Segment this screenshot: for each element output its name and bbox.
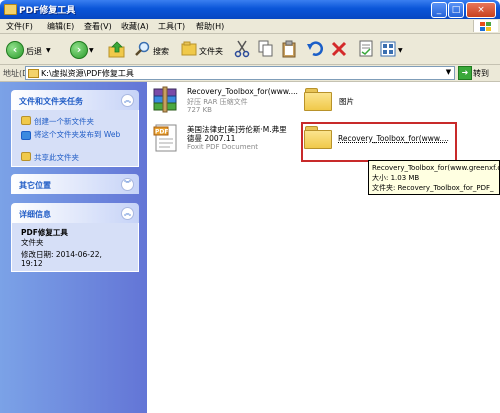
go-button[interactable]: 转到 (473, 68, 489, 79)
up-folder-icon (108, 41, 125, 58)
other-places-panel: 其它位置 ︾ (11, 174, 139, 194)
details-header[interactable]: 详细信息 ︽ (11, 203, 139, 223)
toolbar: ‹ 后退 ▼ › ▼ 搜索 文件夹 ▼ (0, 34, 500, 65)
paste-button[interactable] (281, 38, 299, 60)
undo-button[interactable] (307, 38, 325, 60)
folders-label: 文件夹 (199, 47, 223, 56)
window-title: PDF修复工具 (19, 6, 76, 16)
up-folder-button[interactable] (108, 38, 126, 60)
task-pane: 文件和文件夹任务 ︽ 创建一个新文件夹 将这个文件夹发布到 Web 共享此文件夹… (0, 82, 147, 413)
back-label: 后退 (26, 47, 42, 56)
views-button[interactable]: ▼ (380, 38, 406, 60)
scissors-icon (234, 40, 250, 58)
properties-icon (359, 40, 373, 57)
file-name: Recovery_Toolbox_for(www.... (187, 87, 298, 96)
maximize-button[interactable]: □ (448, 2, 464, 18)
other-places-title: 其它位置 (19, 181, 51, 190)
tooltip-size: 大小: 1.03 MB (372, 174, 420, 182)
publish-web-link[interactable]: 将这个文件夹发布到 Web (21, 130, 133, 140)
rar-archive-icon (153, 86, 177, 113)
menu-help[interactable]: 帮助(H) (196, 21, 224, 32)
file-tasks-body: 创建一个新文件夹 将这个文件夹发布到 Web 共享此文件夹 (11, 110, 139, 167)
search-icon (135, 41, 150, 56)
cut-button[interactable] (234, 38, 252, 60)
forward-button[interactable]: › ▼ (70, 38, 94, 60)
file-tasks-title: 文件和文件夹任务 (19, 97, 83, 106)
copy-icon (258, 40, 273, 57)
details-panel: 详细信息 ︽ PDF修复工具 文件夹 修改日期: 2014-06-22, 19:… (11, 203, 139, 272)
details-modified-time: 19:12 (21, 259, 43, 268)
copy-button[interactable] (258, 38, 276, 60)
chevron-down-icon: ▼ (89, 47, 94, 54)
undo-icon (307, 41, 323, 56)
expand-chevron-icon[interactable]: ︾ (121, 178, 134, 191)
close-button[interactable]: × (466, 2, 496, 18)
details-title: 详细信息 (19, 210, 51, 219)
back-arrow-icon: ‹ (6, 41, 24, 59)
chevron-down-icon[interactable]: ▼ (444, 68, 453, 77)
folder-name: 图片 (339, 97, 354, 106)
properties-button[interactable] (358, 38, 376, 60)
file-item-rar[interactable]: Recovery_Toolbox_for(www.... 好压 RAR 压缩文件… (152, 85, 302, 117)
chevron-down-icon: ▼ (398, 47, 403, 54)
folder-item-pictures[interactable]: 图片 (304, 88, 404, 116)
svg-text:PDF: PDF (155, 129, 168, 136)
folders-button[interactable]: 文件夹 (181, 38, 227, 60)
details-type: 文件夹 (21, 238, 44, 247)
folder-icon (4, 4, 17, 15)
address-path: K:\虚拟资源\PDF修复工具 (41, 69, 134, 78)
details-body: PDF修复工具 文件夹 修改日期: 2014-06-22, 19:12 (11, 223, 139, 272)
address-bar: 地址(D) K:\虚拟资源\PDF修复工具 ▼ ➜ 转到 (0, 65, 500, 82)
file-size: 727 KB (187, 106, 212, 114)
file-item-pdf[interactable]: PDF 美国法律史[美]劳伦斯·M.弗里 德曼 2007.11 Foxit PD… (152, 123, 302, 155)
file-type: Foxit PDF Document (187, 143, 259, 151)
collapse-chevron-icon[interactable]: ︽ (121, 207, 134, 220)
selection-highlight-box (301, 122, 457, 162)
address-input[interactable]: K:\虚拟资源\PDF修复工具 ▼ (25, 66, 455, 80)
create-folder-link[interactable]: 创建一个新文件夹 (21, 116, 94, 127)
file-tasks-header[interactable]: 文件和文件夹任务 ︽ (11, 90, 139, 110)
forward-arrow-icon: › (70, 41, 88, 59)
other-places-header[interactable]: 其它位置 ︾ (11, 174, 139, 194)
title-bar[interactable]: PDF修复工具 _ □ × (0, 0, 500, 19)
menu-tools[interactable]: 工具(T) (158, 21, 185, 32)
publish-web-label: 将这个文件夹发布到 Web (34, 130, 121, 139)
delete-button[interactable] (331, 38, 349, 60)
delete-x-icon (331, 41, 347, 57)
menu-bar: 文件(F) 编辑(E) 查看(V) 收藏(A) 工具(T) 帮助(H) (0, 19, 500, 34)
folders-icon (181, 41, 197, 56)
folder-icon (28, 69, 39, 78)
menu-view[interactable]: 查看(V) (84, 21, 112, 32)
new-folder-icon (21, 116, 31, 125)
pdf-icon: PDF (153, 124, 177, 152)
create-folder-label: 创建一个新文件夹 (34, 117, 94, 126)
tooltip: Recovery_Toolbox_for(www.greenxf.c 大小: 1… (368, 160, 500, 195)
go-arrow-icon[interactable]: ➜ (458, 66, 472, 80)
share-folder-link[interactable]: 共享此文件夹 (21, 152, 79, 163)
minimize-button[interactable]: _ (431, 2, 447, 18)
search-button[interactable]: 搜索 (135, 38, 175, 60)
publish-web-icon (21, 131, 31, 140)
tooltip-folder: 文件夹: Recovery_Toolbox_for_PDF_ (372, 184, 494, 192)
share-folder-label: 共享此文件夹 (34, 153, 79, 162)
chevron-down-icon: ▼ (46, 47, 51, 54)
share-folder-icon (21, 152, 31, 161)
windows-logo-icon (473, 20, 498, 32)
clipboard-icon (282, 40, 296, 58)
menu-favorites[interactable]: 收藏(A) (121, 21, 149, 32)
menu-file[interactable]: 文件(F) (6, 21, 33, 32)
file-tasks-panel: 文件和文件夹任务 ︽ 创建一个新文件夹 将这个文件夹发布到 Web 共享此文件夹 (11, 90, 139, 167)
search-label: 搜索 (153, 47, 169, 56)
tooltip-name: Recovery_Toolbox_for(www.greenxf.c (372, 164, 500, 172)
views-grid-icon (380, 41, 396, 57)
back-button[interactable]: ‹ 后退 ▼ (6, 38, 56, 60)
folder-icon (304, 88, 332, 111)
menu-edit[interactable]: 编辑(E) (47, 21, 74, 32)
collapse-chevron-icon[interactable]: ︽ (121, 94, 134, 107)
